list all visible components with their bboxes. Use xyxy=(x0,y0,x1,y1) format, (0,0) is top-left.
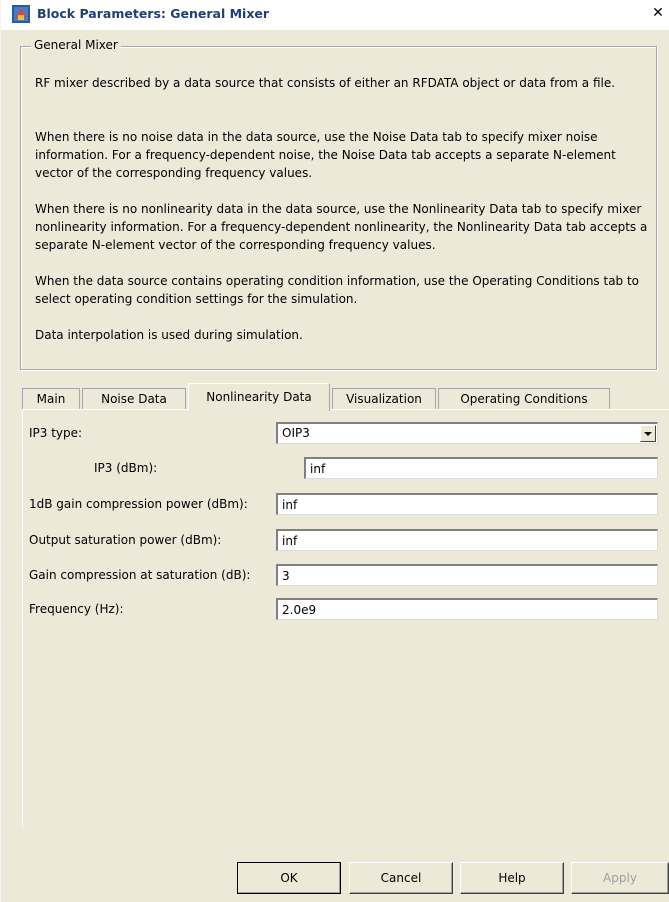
description-paragraph: RF mixer described by a data source that… xyxy=(35,76,616,90)
description-paragraph: When there is no nonlinearity data in th… xyxy=(35,202,648,252)
simulink-block-icon xyxy=(12,5,30,23)
gcsat-label: Gain compression at saturation (dB): xyxy=(29,568,251,582)
group-legend: General Mixer xyxy=(31,38,121,52)
tab-main[interactable]: Main xyxy=(22,388,80,410)
tab-noise-data[interactable]: Noise Data xyxy=(82,388,186,410)
ip3-label: IP3 (dBm): xyxy=(94,461,158,475)
ip3-type-value: OIP3 xyxy=(282,426,310,440)
apply-button[interactable]: Apply xyxy=(571,862,669,894)
chevron-down-icon[interactable] xyxy=(640,425,656,442)
dialog-window: Block Parameters: General Mixer ✕ Genera… xyxy=(0,0,669,902)
help-button[interactable]: Help xyxy=(460,862,564,894)
tab-operating-conditions[interactable]: Operating Conditions xyxy=(438,388,610,410)
description-paragraph: Data interpolation is used during simula… xyxy=(35,328,303,342)
tab-visualization[interactable]: Visualization xyxy=(332,388,436,410)
psat-input[interactable]: inf xyxy=(276,529,658,551)
tab-nonlinearity-data[interactable]: Nonlinearity Data xyxy=(188,383,330,411)
description-paragraph: When there is no noise data in the data … xyxy=(35,130,616,180)
ip3-type-select[interactable]: OIP3 xyxy=(276,422,658,444)
ip3-type-label: IP3 type: xyxy=(29,426,83,440)
p1db-label: 1dB gain compression power (dBm): xyxy=(29,497,248,511)
close-icon[interactable]: ✕ xyxy=(650,5,666,21)
frequency-label: Frequency (Hz): xyxy=(29,602,124,616)
gcsat-input[interactable]: 3 xyxy=(276,564,658,586)
window-title: Block Parameters: General Mixer xyxy=(37,6,270,21)
description-paragraph: When the data source contains operating … xyxy=(35,274,640,306)
psat-label: Output saturation power (dBm): xyxy=(29,533,222,547)
ip3-input[interactable]: inf xyxy=(304,457,658,479)
frequency-input[interactable]: 2.0e9 xyxy=(276,598,658,620)
ok-button[interactable]: OK xyxy=(237,862,341,894)
p1db-input[interactable]: inf xyxy=(276,493,658,515)
title-bar: Block Parameters: General Mixer ✕ xyxy=(1,0,669,30)
cancel-button[interactable]: Cancel xyxy=(349,862,453,894)
